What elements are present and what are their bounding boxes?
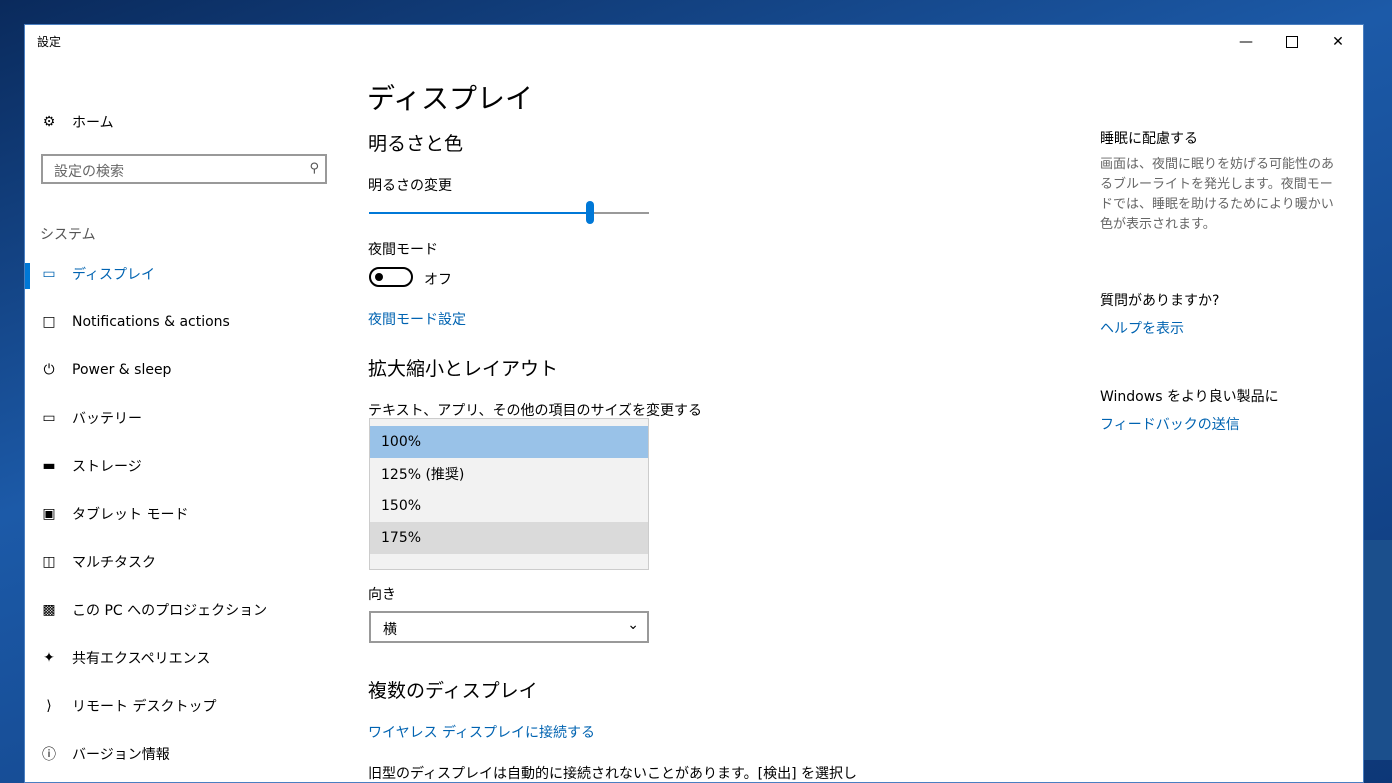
brightness-heading: 明るさと色: [368, 133, 464, 155]
help-link[interactable]: ヘルプを表示: [1100, 318, 1184, 338]
sidebar-item-shared-experience[interactable]: ✦ 共有エクスペリエンス: [41, 646, 210, 670]
search-placeholder: 設定の検索: [54, 164, 124, 180]
info-icon: ⓘ: [42, 747, 56, 763]
brightness-slider[interactable]: [369, 212, 649, 214]
sidebar-item-label: バージョン情報: [72, 747, 170, 763]
scale-option[interactable]: 150%: [370, 490, 648, 522]
maximize-button[interactable]: [1269, 25, 1315, 59]
active-indicator: [25, 263, 30, 289]
home-label: ホーム: [72, 115, 114, 131]
search-input[interactable]: 設定の検索 ⚲: [41, 154, 327, 184]
sidebar-item-power[interactable]: ⏻ Power & sleep: [41, 358, 171, 382]
sidebar-item-remote-desktop[interactable]: ⟩ リモート デスクトップ: [41, 694, 216, 718]
night-mode-state: オフ: [424, 272, 452, 288]
page-title: ディスプレイ: [367, 82, 534, 115]
orientation-label: 向き: [368, 587, 396, 603]
orientation-select[interactable]: 横 ⌄: [369, 611, 649, 643]
shared-experience-icon: ✦: [43, 650, 55, 666]
sidebar-item-about[interactable]: ⓘ バージョン情報: [41, 742, 170, 766]
multi-display-heading: 複数のディスプレイ: [368, 680, 538, 702]
sidebar-item-display[interactable]: ▭ ディスプレイ: [41, 262, 155, 286]
power-icon: ⏻: [43, 362, 55, 378]
sidebar-item-label: Notifications & actions: [72, 314, 230, 330]
feedback-heading: Windows をより良い製品に: [1100, 389, 1279, 405]
home-link[interactable]: ⚙ ホーム: [41, 110, 114, 134]
sidebar-item-label: ディスプレイ: [72, 267, 156, 283]
detect-note: 旧型のディスプレイは自動的に接続されないことがあります。[検出] を選択し: [368, 766, 857, 782]
night-mode-toggle[interactable]: [369, 267, 413, 287]
toggle-knob: [375, 273, 383, 281]
gear-icon: ⚙: [42, 114, 56, 130]
close-icon: ✕: [1332, 34, 1344, 50]
sidebar-item-tablet-mode[interactable]: ▣ タブレット モード: [41, 502, 188, 526]
sidebar-item-label: マルチタスク: [72, 555, 156, 571]
storage-icon: ▬: [42, 458, 56, 474]
scale-option[interactable]: 125% (推奨): [370, 458, 648, 490]
sidebar-item-label: Power & sleep: [72, 362, 172, 378]
projection-icon: ▩: [42, 602, 56, 618]
sidebar-item-label: 共有エクスペリエンス: [72, 651, 211, 667]
sidebar: ⚙ ホーム 設定の検索 ⚲ システム ▭ ディスプレイ □ Notificati…: [25, 59, 345, 782]
scale-heading: 拡大縮小とレイアウト: [368, 358, 559, 380]
remote-desktop-icon: ⟩: [46, 698, 52, 714]
feedback-link[interactable]: フィードバックの送信: [1100, 414, 1240, 434]
close-button[interactable]: ✕: [1315, 25, 1361, 59]
window-title: 設定: [37, 35, 62, 49]
sidebar-item-battery[interactable]: ▭ バッテリー: [41, 406, 142, 430]
sidebar-item-label: ストレージ: [72, 459, 142, 475]
scale-label: テキスト、アプリ、その他の項目のサイズを変更する: [368, 403, 703, 419]
battery-icon: ▭: [42, 410, 56, 426]
sidebar-item-projection[interactable]: ▩ この PC へのプロジェクション: [41, 598, 267, 622]
multitask-icon: ◫: [42, 554, 56, 570]
night-mode-settings-link[interactable]: 夜間モード設定: [368, 309, 466, 329]
brightness-label: 明るさの変更: [368, 178, 452, 194]
sidebar-item-label: タブレット モード: [72, 507, 189, 523]
monitor-icon: ▭: [42, 266, 56, 282]
night-mode-label: 夜間モード: [368, 242, 438, 258]
sidebar-item-label: リモート デスクトップ: [72, 699, 217, 715]
brightness-slider-fill: [369, 212, 591, 214]
notification-icon: □: [42, 314, 56, 330]
sidebar-item-label: この PC へのプロジェクション: [72, 603, 268, 619]
chevron-down-icon: ⌄: [627, 617, 639, 633]
scale-option[interactable]: 175%: [370, 522, 648, 554]
minimize-icon: —: [1239, 34, 1253, 50]
scale-option[interactable]: 100%: [370, 426, 648, 458]
sidebar-item-storage[interactable]: ▬ ストレージ: [41, 454, 142, 478]
desktop-edge: [1364, 540, 1392, 760]
sidebar-item-notifications[interactable]: □ Notifications & actions: [41, 310, 230, 334]
section-label: システム: [40, 227, 96, 243]
search-icon: ⚲: [309, 161, 319, 176]
sleep-text: 画面は、夜間に眠りを妨げる可能性のあるブルーライトを発光します。夜間モードでは、…: [1100, 157, 1335, 232]
sidebar-item-label: バッテリー: [72, 411, 142, 427]
scale-dropdown-list: 100% 125% (推奨) 150% 175%: [369, 418, 649, 570]
maximize-icon: [1286, 36, 1298, 48]
minimize-button[interactable]: —: [1223, 25, 1269, 59]
wireless-display-link[interactable]: ワイヤレス ディスプレイに接続する: [368, 722, 595, 742]
title-bar: 設定 — ✕: [25, 25, 1363, 59]
orientation-value: 横: [383, 622, 397, 638]
sidebar-item-multitask[interactable]: ◫ マルチタスク: [41, 550, 156, 574]
question-heading: 質問がありますか?: [1100, 293, 1220, 309]
tablet-mode-icon: ▣: [42, 506, 56, 522]
settings-window: 設定 — ✕ ⚙ ホーム 設定の検索 ⚲ システム ▭ ディスプレイ □ Not…: [24, 24, 1364, 783]
sleep-heading: 睡眠に配慮する: [1100, 131, 1198, 147]
brightness-slider-thumb[interactable]: [586, 201, 595, 224]
